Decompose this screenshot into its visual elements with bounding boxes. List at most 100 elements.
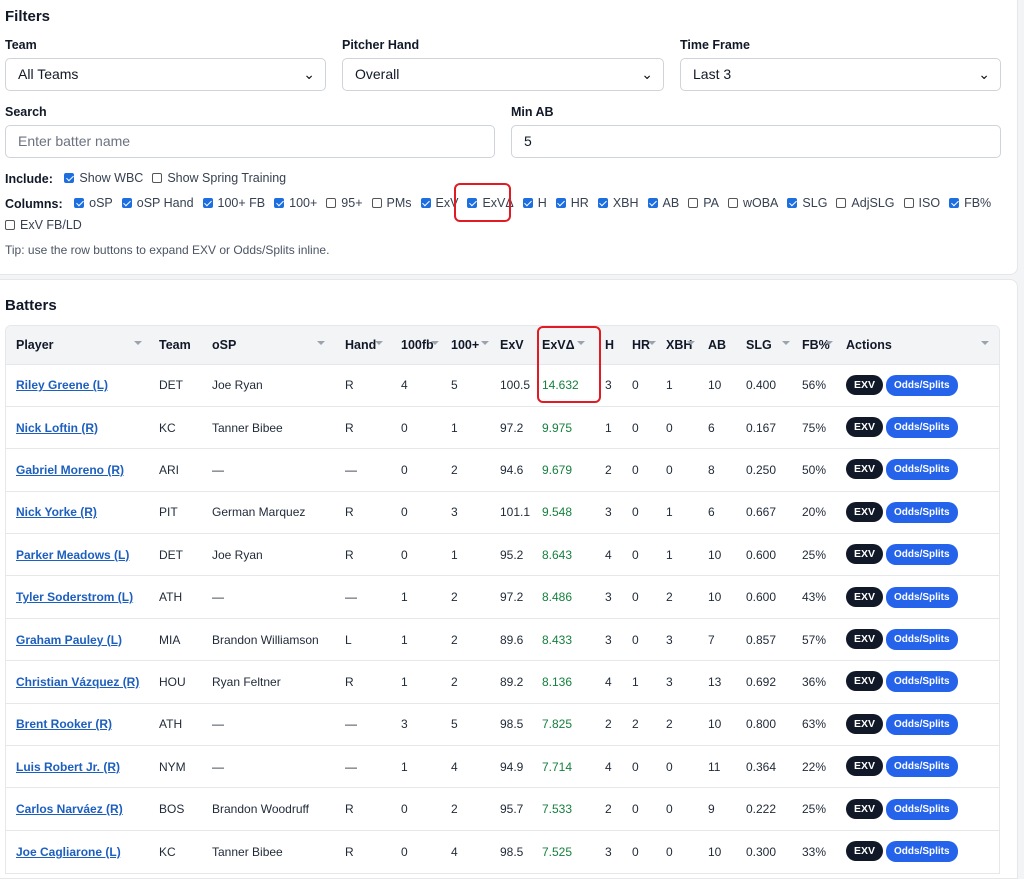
odds-splits-button[interactable]: Odds/Splits (886, 629, 958, 651)
checkbox-xbh[interactable]: XBH (597, 196, 639, 210)
checkbox-unchecked-icon[interactable] (688, 198, 699, 208)
checkbox-pa[interactable]: PA (688, 196, 719, 210)
checkbox-checked-icon[interactable] (121, 198, 132, 208)
exv-button[interactable]: EXV (846, 459, 884, 480)
checkbox-unchecked-icon[interactable] (5, 220, 15, 230)
sort-icon[interactable] (375, 341, 383, 345)
checkbox-checked-icon[interactable] (555, 198, 566, 208)
odds-splits-button[interactable]: Odds/Splits (886, 756, 958, 778)
checkbox-checked-icon[interactable] (420, 198, 431, 208)
checkbox-unchecked-icon[interactable] (836, 198, 847, 208)
checkbox-ab[interactable]: AB (647, 196, 679, 210)
team-select[interactable]: All Teams ⌄ (5, 58, 326, 91)
checkbox-checked-icon[interactable] (522, 198, 533, 208)
pitcher-hand-select[interactable]: Overall ⌄ (342, 58, 664, 91)
checkbox-h[interactable]: H (522, 196, 547, 210)
exv-button[interactable]: EXV (846, 671, 884, 692)
column-header-fb[interactable]: FB% (792, 326, 836, 364)
player-link[interactable]: Graham Pauley (L) (16, 633, 122, 647)
time-frame-select[interactable]: Last 3 ⌄ (680, 58, 1001, 91)
odds-splits-button[interactable]: Odds/Splits (886, 417, 958, 439)
sort-icon[interactable] (431, 341, 439, 345)
checkbox-95[interactable]: 95+ (326, 196, 363, 210)
sort-icon[interactable] (782, 341, 790, 345)
odds-splits-button[interactable]: Odds/Splits (886, 713, 958, 735)
exv-button[interactable]: EXV (846, 841, 884, 862)
sort-icon[interactable] (648, 341, 656, 345)
exv-button[interactable]: EXV (846, 756, 884, 777)
checkbox-iso[interactable]: ISO (903, 196, 940, 210)
checkbox-100[interactable]: 100+ (274, 196, 317, 210)
player-link[interactable]: Tyler Soderstrom (L) (16, 590, 133, 604)
exv-button[interactable]: EXV (846, 629, 884, 650)
player-link[interactable]: Joe Cagliarone (L) (16, 845, 121, 859)
exv-button[interactable]: EXV (846, 713, 884, 734)
checkbox-osp[interactable]: oSP (74, 196, 113, 210)
checkbox-checked-icon[interactable] (202, 198, 213, 208)
sort-icon[interactable] (481, 341, 489, 345)
checkbox-show-spring-training[interactable]: Show Spring Training (152, 171, 286, 185)
exv-button[interactable]: EXV (846, 798, 884, 819)
player-link[interactable]: Parker Meadows (L) (16, 548, 129, 562)
exv-button[interactable]: EXV (846, 544, 884, 565)
checkbox-checked-icon[interactable] (787, 198, 798, 208)
column-header-slg[interactable]: SLG (736, 326, 792, 364)
checkbox-checked-icon[interactable] (74, 198, 85, 208)
checkbox-100-fb[interactable]: 100+ FB (202, 196, 265, 210)
checkbox-exv[interactable]: ExV (420, 196, 458, 210)
column-header-osp[interactable]: oSP (202, 326, 335, 364)
player-link[interactable]: Luis Robert Jr. (R) (16, 760, 120, 774)
player-link[interactable]: Carlos Narváez (R) (16, 802, 123, 816)
odds-splits-button[interactable]: Odds/Splits (886, 544, 958, 566)
exv-button[interactable]: EXV (846, 417, 884, 438)
column-header-player[interactable]: Player (6, 326, 149, 364)
column-header-hr[interactable]: HR (622, 326, 656, 364)
checkbox-adjslg[interactable]: AdjSLG (836, 196, 895, 210)
player-link[interactable]: Gabriel Moreno (R) (16, 463, 124, 477)
player-link[interactable]: Nick Yorke (R) (16, 505, 97, 519)
sort-icon[interactable] (317, 341, 325, 345)
checkbox-checked-icon[interactable] (64, 173, 75, 183)
column-header-100[interactable]: 100+ (441, 326, 490, 364)
odds-splits-button[interactable]: Odds/Splits (886, 501, 958, 523)
search-input[interactable]: Enter batter name (5, 125, 495, 158)
exv-button[interactable]: EXV (846, 374, 884, 395)
checkbox-show-wbc[interactable]: Show WBC (64, 171, 143, 185)
player-link[interactable]: Riley Greene (L) (16, 378, 108, 392)
odds-splits-button[interactable]: Odds/Splits (886, 459, 958, 481)
column-header-ab[interactable]: AB (698, 326, 736, 364)
checkbox-slg[interactable]: SLG (787, 196, 827, 210)
column-header-xbh[interactable]: XBH (656, 326, 698, 364)
checkbox-unchecked-icon[interactable] (152, 173, 163, 183)
checkbox-checked-icon[interactable] (597, 198, 608, 208)
checkbox-woba[interactable]: wOBA (727, 196, 778, 210)
checkbox-unchecked-icon[interactable] (727, 198, 738, 208)
checkbox-checked-icon[interactable] (949, 198, 960, 208)
column-header-actions[interactable]: Actions (836, 326, 999, 364)
odds-splits-button[interactable]: Odds/Splits (886, 798, 958, 820)
checkbox-pms[interactable]: PMs (371, 196, 412, 210)
checkbox-osp-hand[interactable]: oSP Hand (121, 196, 194, 210)
column-header-exv[interactable]: ExV (490, 326, 532, 364)
player-link[interactable]: Christian Vázquez (R) (16, 675, 139, 689)
checkbox-exv-fb-ld[interactable]: ExV FB/LD (5, 218, 82, 232)
sort-icon[interactable] (981, 341, 989, 345)
sort-icon[interactable] (825, 341, 833, 345)
checkbox-checked-icon[interactable] (274, 198, 285, 208)
player-link[interactable]: Brent Rooker (R) (16, 717, 112, 731)
player-link[interactable]: Nick Loftin (R) (16, 421, 98, 435)
checkbox-checked-icon[interactable] (647, 198, 658, 208)
sort-icon[interactable] (687, 341, 695, 345)
checkbox-fb[interactable]: FB% (949, 196, 991, 210)
checkbox-unchecked-icon[interactable] (326, 198, 337, 208)
column-header-team[interactable]: Team (149, 326, 202, 364)
checkbox-hr[interactable]: HR (555, 196, 589, 210)
checkbox-unchecked-icon[interactable] (371, 198, 382, 208)
exv-button[interactable]: EXV (846, 586, 884, 607)
min-ab-input[interactable]: 5 (511, 125, 1001, 158)
sort-icon[interactable] (134, 341, 142, 345)
column-header-hand[interactable]: Hand (335, 326, 391, 364)
odds-splits-button[interactable]: Odds/Splits (886, 586, 958, 608)
column-header-100fb[interactable]: 100fb (391, 326, 441, 364)
odds-splits-button[interactable]: Odds/Splits (886, 374, 958, 396)
